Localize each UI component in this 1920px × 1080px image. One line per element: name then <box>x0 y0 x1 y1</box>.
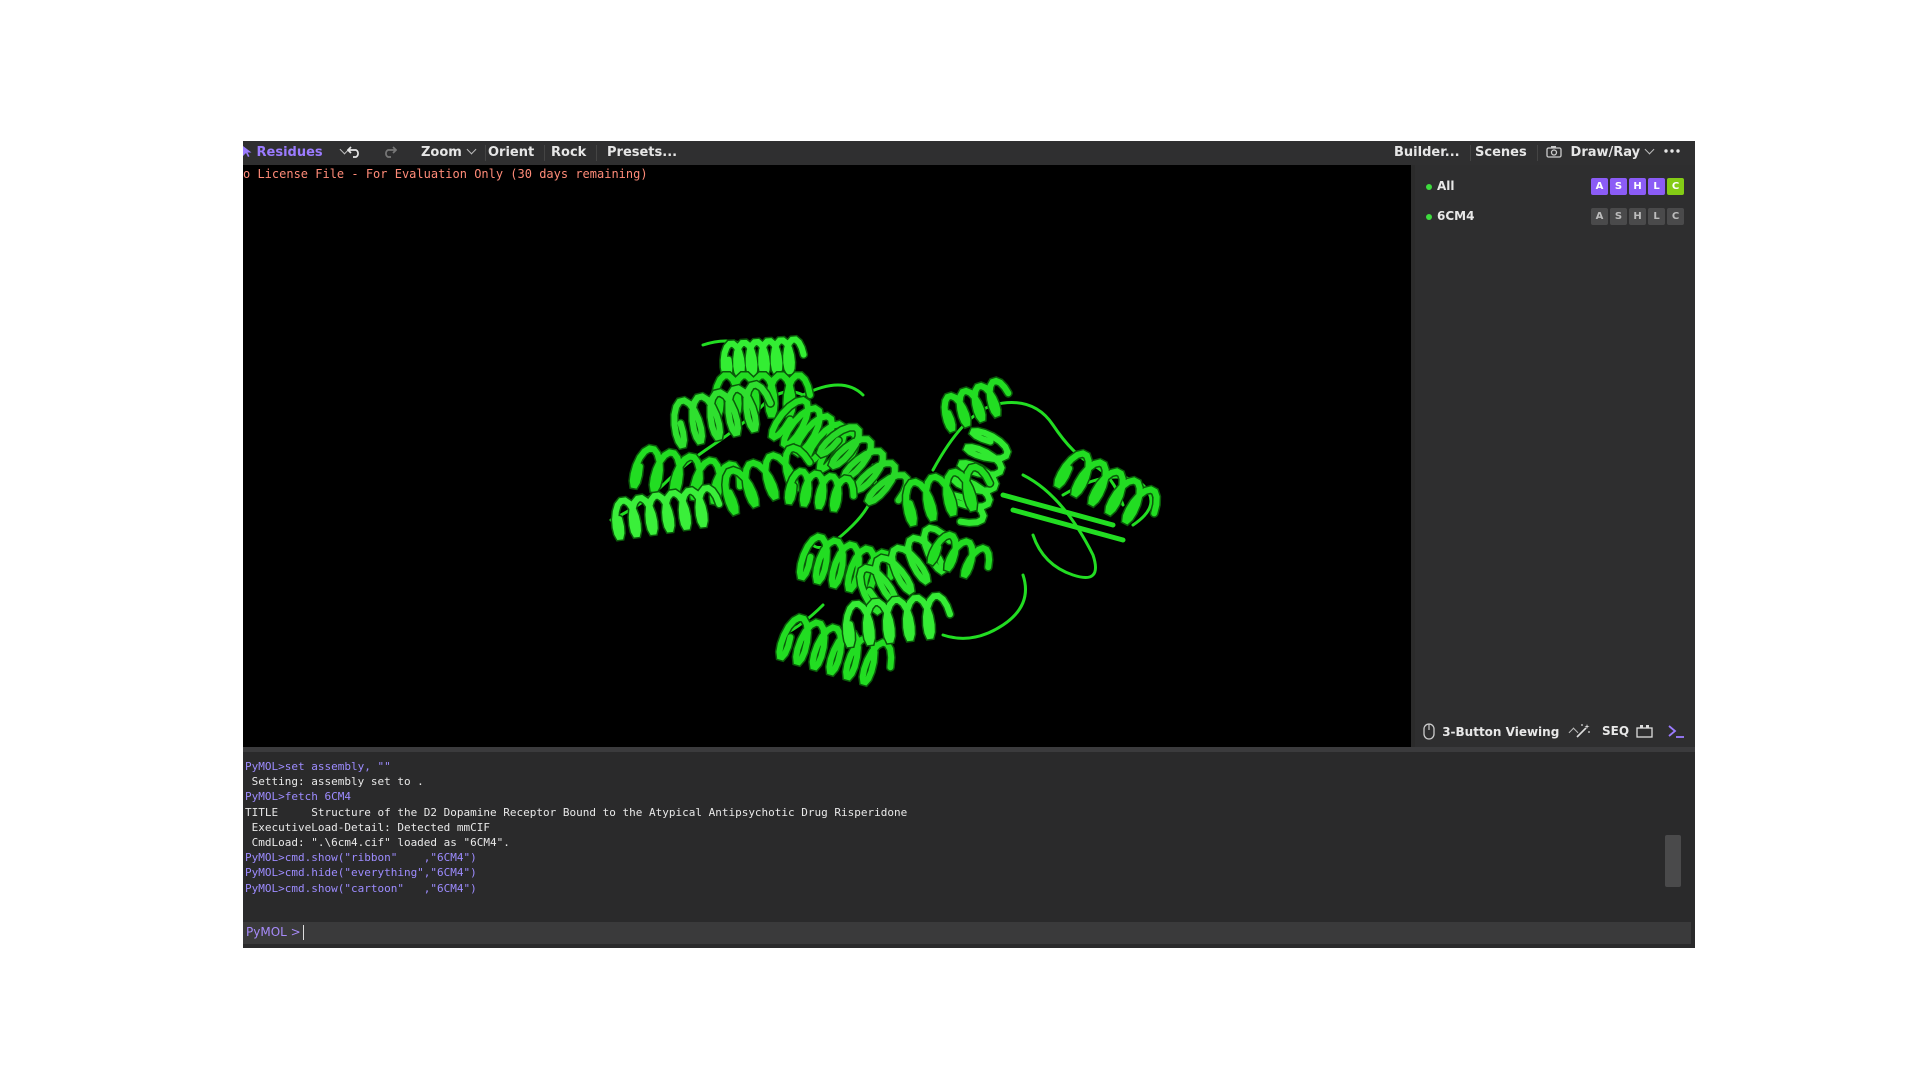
zoom-label: Zoom <box>421 145 462 160</box>
camera-icon <box>1546 146 1562 158</box>
console-line: TITLE Structure of the D2 Dopamine Recep… <box>245 805 908 819</box>
more-horizontal-icon <box>1664 149 1680 153</box>
mouse-mode-label: Residues <box>256 145 323 160</box>
mouse-mode-dropdown[interactable]: Residues <box>243 141 350 165</box>
pymol-window: Residues Zoom Orient Rock Presets... Bui… <box>243 141 1695 948</box>
object-button-h[interactable]: H <box>1629 178 1646 195</box>
object-action-buttons: ASHLC <box>1591 178 1684 195</box>
undo-button[interactable] <box>346 141 362 165</box>
magic-wand-icon <box>1576 724 1590 738</box>
object-button-h[interactable]: H <box>1629 208 1646 225</box>
object-name: All <box>1437 179 1455 193</box>
cursor-arrow-icon <box>243 146 252 157</box>
enabled-indicator[interactable] <box>1426 184 1432 190</box>
object-name: 6CM4 <box>1437 209 1475 223</box>
chevron-down-icon <box>1644 144 1655 155</box>
undo-icon <box>346 146 359 158</box>
object-row-6cm4[interactable]: 6CM4 ASHLC <box>1415 203 1695 231</box>
object-action-buttons: ASHLC <box>1591 208 1684 225</box>
plugin-button[interactable] <box>1636 723 1653 741</box>
presets-button[interactable]: Presets... <box>607 141 677 165</box>
console-line: PyMOL>cmd.hide("everything","6CM4") <box>245 866 477 880</box>
sequence-toggle-button[interactable]: SEQ <box>1602 724 1629 738</box>
mouse-mode-selector[interactable]: 3-Button Viewing <box>1423 723 1578 740</box>
command-prompt: PyMOL > <box>243 922 1691 944</box>
chevron-down-icon <box>466 144 477 155</box>
console-line: ExecutiveLoad-Detail: Detected mmCIF <box>245 820 491 834</box>
console-line: PyMOL>fetch 6CM4 <box>245 790 351 804</box>
more-options-button[interactable] <box>1663 141 1681 165</box>
mouse-icon <box>1423 723 1435 740</box>
console-line: Setting: assembly set to . <box>245 775 424 789</box>
object-button-a[interactable]: A <box>1591 178 1608 195</box>
command-console: PyMOL>set assembly, "" Setting: assembly… <box>243 752 1695 948</box>
top-toolbar: Residues Zoom Orient Rock Presets... Bui… <box>243 141 1695 165</box>
object-button-s[interactable]: S <box>1610 208 1627 225</box>
object-row-all[interactable]: All ASHLC <box>1415 173 1695 201</box>
protein-cartoon-render <box>609 334 1162 688</box>
enabled-indicator[interactable] <box>1426 214 1432 220</box>
draw-ray-dropdown[interactable]: Draw/Ray <box>1546 141 1655 165</box>
orient-button[interactable]: Orient <box>488 141 546 165</box>
zoom-dropdown[interactable]: Zoom <box>421 141 486 165</box>
molecule-viewport[interactable]: o License File - For Evaluation Only (30… <box>243 165 1411 747</box>
draw-ray-label: Draw/Ray <box>1570 145 1641 160</box>
object-panel: All ASHLC 6CM4 ASHLC <box>1415 165 1695 747</box>
viewing-bar: 3-Button Viewing SEQ <box>1415 718 1695 747</box>
scenes-button[interactable]: Scenes <box>1475 141 1538 165</box>
object-button-s[interactable]: S <box>1610 178 1627 195</box>
object-button-c[interactable]: C <box>1667 208 1684 225</box>
plugin-icon <box>1636 725 1653 738</box>
terminal-icon <box>1668 725 1684 738</box>
console-toggle-button[interactable] <box>1667 723 1685 742</box>
console-line: PyMOL>cmd.show("cartoon" ,"6CM4") <box>245 881 477 895</box>
redo-button[interactable] <box>382 141 398 165</box>
prompt-label: PyMOL > <box>246 925 301 939</box>
redo-icon <box>385 146 398 158</box>
magic-wand-button[interactable] <box>1575 723 1591 742</box>
console-line: PyMOL>set assembly, "" <box>245 760 391 773</box>
console-scrollbar[interactable] <box>1665 835 1681 887</box>
rock-button[interactable]: Rock <box>551 141 598 165</box>
builder-button[interactable]: Builder... <box>1394 141 1471 165</box>
object-button-l[interactable]: L <box>1648 178 1665 195</box>
mouse-mode-text: 3-Button Viewing <box>1442 725 1560 739</box>
console-line: PyMOL>cmd.show("ribbon" ,"6CM4") <box>245 851 477 865</box>
console-output: PyMOL>set assembly, "" Setting: assembly… <box>245 759 907 896</box>
console-line: CmdLoad: ".\6cm4.cif" loaded as "6CM4". <box>245 836 510 850</box>
object-button-a[interactable]: A <box>1591 208 1608 225</box>
object-button-l[interactable]: L <box>1648 208 1665 225</box>
command-input[interactable] <box>303 924 1687 944</box>
object-button-c[interactable]: C <box>1667 178 1684 195</box>
